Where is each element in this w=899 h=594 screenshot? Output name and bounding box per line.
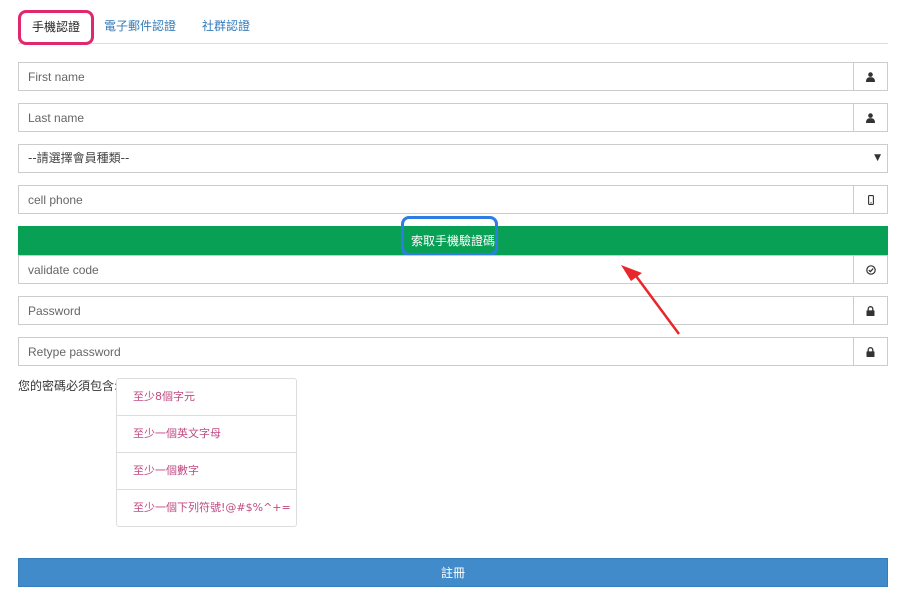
register-button[interactable]: 註冊 (18, 558, 888, 587)
last-name-group (18, 103, 888, 132)
auth-tabs: 手機認證 電子郵件認證 社群認證 (18, 10, 888, 45)
password-group (18, 296, 888, 325)
get-sms-code-button[interactable]: 索取手機驗證碼 (18, 226, 888, 255)
check-circle-icon (853, 256, 887, 283)
caret-down-icon: ▼ (874, 153, 881, 163)
tab-phone-verification[interactable]: 手機認證 (18, 10, 95, 45)
password-requirements-intro: 您的密碼必須包含: (18, 379, 119, 393)
member-type-select[interactable]: --請選擇會員種類-- ▼ (18, 144, 888, 173)
user-icon (853, 104, 887, 131)
first-name-group (18, 62, 888, 91)
validate-code-input[interactable] (19, 256, 848, 283)
password-rules-list: 至少8個字元 至少一個英文字母 至少一個數字 至少一個下列符號!@#$%^+= (116, 378, 297, 527)
tab-email-verification[interactable]: 電子郵件認證 (104, 10, 176, 43)
retype-password-input[interactable] (19, 338, 848, 365)
mobile-icon (853, 186, 887, 213)
last-name-input[interactable] (19, 104, 848, 131)
member-type-selected: --請選擇會員種類-- (28, 151, 130, 165)
rule-min-length: 至少8個字元 (116, 378, 297, 416)
password-input[interactable] (19, 297, 848, 324)
user-icon (853, 63, 887, 90)
validate-code-group (18, 255, 888, 284)
tab-social-verification[interactable]: 社群認證 (202, 10, 250, 43)
rule-symbol: 至少一個下列符號!@#$%^+= (116, 489, 297, 527)
cell-phone-input[interactable] (19, 186, 848, 213)
rule-letter: 至少一個英文字母 (116, 415, 297, 453)
first-name-input[interactable] (19, 63, 848, 90)
rule-digit: 至少一個數字 (116, 452, 297, 490)
retype-password-group (18, 337, 888, 366)
lock-icon (853, 338, 887, 365)
lock-icon (853, 297, 887, 324)
cell-phone-group (18, 185, 888, 214)
